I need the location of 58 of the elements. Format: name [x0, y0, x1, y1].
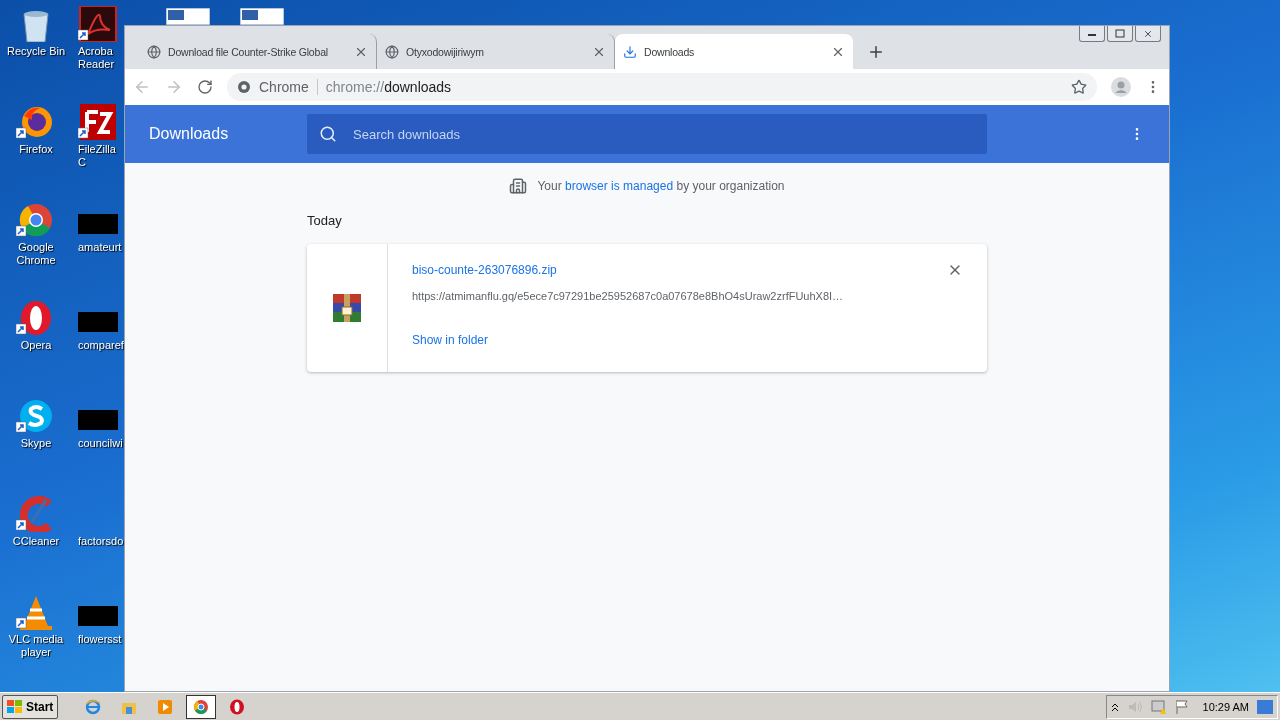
- desktop-icon-label: amateurt: [78, 241, 122, 254]
- building-icon: [509, 177, 528, 195]
- desktop-icon-label: CCleaner: [12, 535, 60, 548]
- url-scheme: chrome://: [325, 79, 385, 95]
- desktop-icon-label: comparef: [78, 339, 124, 352]
- globe-icon: [147, 44, 161, 59]
- opera-icon[interactable]: [229, 698, 246, 715]
- page-title: Downloads: [149, 125, 230, 143]
- desktop-icon-label: factorsdo: [78, 535, 124, 548]
- browser-tab[interactable]: Downloads: [615, 34, 853, 69]
- address-bar[interactable]: Chrome chrome://downloads: [227, 73, 1097, 101]
- site-chip: Chrome: [259, 79, 318, 95]
- source-url: https://atmimanflu.gq/e5ece7c97291be25952687c0a07678e8BhO4sUraw2zrfFUuhX8I…: [412, 290, 845, 302]
- clock[interactable]: 10:29 AM: [1202, 700, 1249, 713]
- show-in-folder-link[interactable]: Show in folder: [412, 333, 963, 347]
- filezilla-app-icon[interactable]: [78, 104, 118, 140]
- chrome-icon[interactable]: [193, 698, 210, 715]
- restore-icon: [1115, 29, 1125, 38]
- reload-icon[interactable]: [197, 79, 213, 95]
- managed-link[interactable]: browser is managed: [565, 179, 674, 193]
- bookmark-star-icon[interactable]: [1071, 79, 1087, 95]
- flag-icon[interactable]: [1174, 698, 1189, 715]
- document-icon[interactable]: [166, 8, 210, 25]
- globe-icon: [385, 44, 399, 59]
- document-icon[interactable]: [240, 8, 284, 25]
- close-button[interactable]: [1135, 26, 1161, 42]
- search-field[interactable]: Search downloads: [307, 114, 987, 154]
- file-name-link[interactable]: biso-counte-263076896.zip: [412, 263, 557, 277]
- chrome-icon: [237, 80, 251, 94]
- acrobat-app-icon[interactable]: [78, 6, 118, 42]
- url-path: downloads: [384, 79, 452, 95]
- media-player-icon[interactable]: [157, 698, 174, 715]
- desktop-icon-label: Skype: [20, 437, 52, 450]
- tab-title: Download file Counter-Strike Global: [168, 45, 329, 58]
- minimize-button[interactable]: [1079, 26, 1105, 42]
- show-desktop-icon[interactable]: [1257, 699, 1273, 714]
- desktop-icon-label: Acroba Reader: [78, 45, 116, 71]
- tab-title: Otyxodowijiriwym: [406, 45, 485, 58]
- section-heading: Today: [307, 213, 343, 228]
- desktop-icon-label: flowersst: [78, 633, 122, 646]
- desktop-icon-label: VLC media player: [7, 633, 65, 659]
- windows-logo-icon: [7, 699, 23, 714]
- tab-title: Downloads: [644, 45, 696, 58]
- desktop-icon-label: Recycle Bin: [6, 45, 66, 58]
- start-button[interactable]: Start: [2, 694, 59, 719]
- internet-explorer-icon[interactable]: [85, 698, 102, 715]
- close-icon: [1143, 28, 1153, 39]
- profile-icon[interactable]: [1111, 77, 1131, 97]
- desktop-icon-label: councilwi: [78, 437, 123, 450]
- desktop-icon-label: Opera: [20, 339, 52, 352]
- desktop-icon-label: FileZilla C: [78, 143, 117, 169]
- chevron-up-icon[interactable]: [1110, 701, 1119, 712]
- desktop-icon-label: Firefox: [19, 143, 53, 156]
- archive-file-icon: [331, 292, 363, 324]
- search-icon: [319, 125, 337, 143]
- download-icon: [623, 44, 637, 59]
- desktop-icon-label: Google Chrome: [15, 241, 57, 267]
- managed-notice: Your browser is managed by your organization: [537, 179, 785, 193]
